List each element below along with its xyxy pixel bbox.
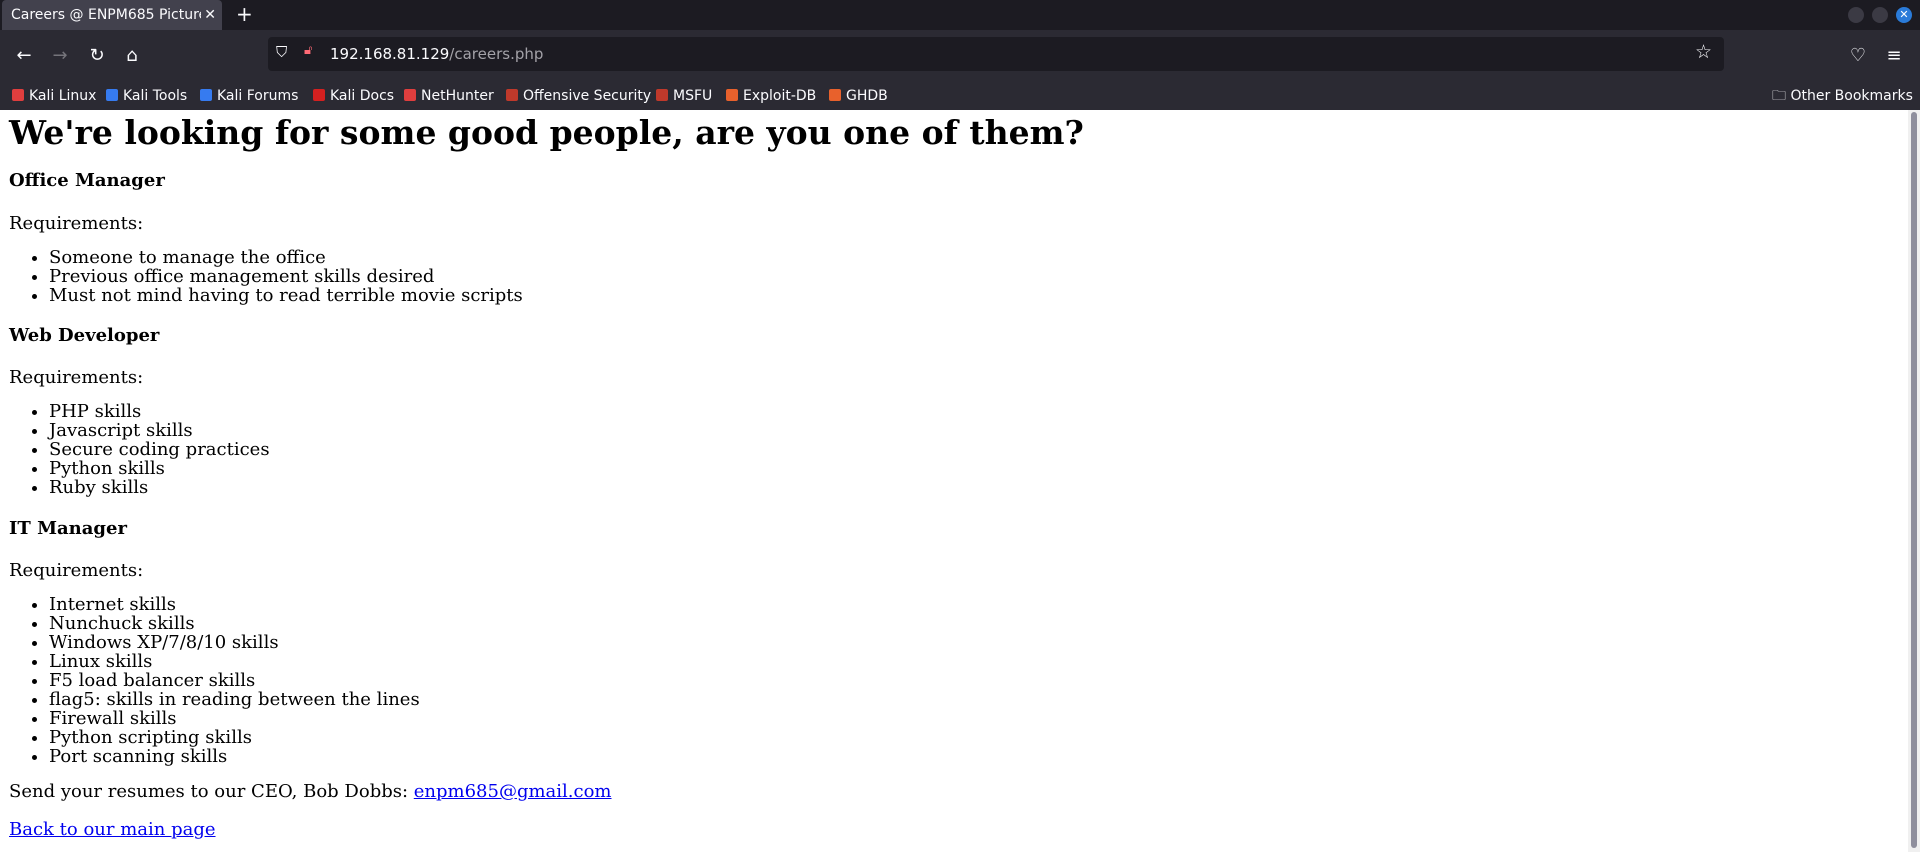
bookmark-label: Exploit-DB [743,88,817,104]
list-item: Nunchuck skills [49,614,420,633]
bookmark-label: Kali Docs [330,88,395,104]
bookmark-label: Kali Tools [123,88,188,104]
bookmark-item[interactable]: Kali Docs [313,82,394,110]
bookmark-star-icon[interactable]: ☆ [1695,41,1712,63]
list-item: Ruby skills [49,478,270,497]
list-item: Someone to manage the office [49,248,523,267]
bookmark-label: GHDB [846,88,888,104]
tab-title: Careers @ ENPM685 Pictures [11,7,201,23]
bookmark-item[interactable]: Kali Linux [12,82,96,110]
list-item: Secure coding practices [49,440,270,459]
list-item: Port scanning skills [49,747,420,766]
forward-button[interactable]: → [47,43,73,69]
page-content: We're looking for some good people, are … [0,110,1908,852]
list-item: Python skills [49,459,270,478]
page-heading: We're looking for some good people, are … [9,113,1084,152]
insecure-lock-icon[interactable]: 🔓︎ [304,43,312,58]
list-item: flag5: skills in reading between the lin… [49,690,420,709]
other-bookmarks[interactable]: 🗀︎ Other Bookmarks [1772,82,1913,110]
bookmark-label: Offensive Security [523,88,652,104]
list-item: Internet skills [49,595,420,614]
tab-careers[interactable]: Careers @ ENPM685 Pictures ✕ [2,0,222,30]
bookmark-favicon-icon [313,89,325,101]
url-text[interactable]: 192.168.81.129/careers.php [330,37,543,71]
list-item: PHP skills [49,402,270,421]
bookmark-label: MSFU [673,88,713,104]
list-item: Previous office management skills desire… [49,267,523,286]
bookmark-item[interactable]: GHDB [829,82,888,110]
bookmark-label: NetHunter [421,88,494,104]
bookmark-favicon-icon [404,89,416,101]
other-bookmarks-label: Other Bookmarks [1790,88,1913,104]
list-item: Windows XP/7/8/10 skills [49,633,420,652]
reload-button[interactable]: ↻ [84,43,110,69]
job-title-it-manager: IT Manager [9,518,127,539]
close-window-button[interactable]: ✕ [1896,7,1912,23]
tab-strip: Careers @ ENPM685 Pictures ✕ + ✕ [0,0,1920,30]
bookmark-item[interactable]: Kali Tools [106,82,187,110]
pocket-icon[interactable]: ♡ [1845,43,1871,69]
resume-text: Send your resumes to our CEO, Bob Dobbs: [9,781,414,802]
back-button[interactable]: ← [11,43,37,69]
bookmark-favicon-icon [506,89,518,101]
bookmark-label: Kali Forums [217,88,299,104]
folder-icon: 🗀︎ [1772,88,1791,104]
tab-close-icon[interactable]: ✕ [204,0,216,30]
email-link[interactable]: enpm685@gmail.com [414,781,612,802]
shield-icon[interactable]: ⛉ [276,43,287,61]
requirements-label: Requirements: [9,560,144,581]
bookmark-favicon-icon [829,89,841,101]
back-to-main-link[interactable]: Back to our main page [9,819,216,840]
bookmark-favicon-icon [656,89,668,101]
url-bar[interactable]: ⛉ 🔓︎ 192.168.81.129/careers.php ☆ [268,37,1724,71]
vertical-scrollbar[interactable] [1908,110,1920,852]
requirements-list-it-manager: Internet skills Nunchuck skills Windows … [9,595,420,766]
menu-icon[interactable]: ≡ [1881,43,1907,69]
bookmark-label: Kali Linux [29,88,97,104]
new-tab-button[interactable]: + [236,0,253,28]
minimize-button[interactable] [1848,7,1864,23]
url-path: /careers.php [449,45,544,63]
url-host: 192.168.81.129 [330,45,450,63]
requirements-list-office-manager: Someone to manage the office Previous of… [9,248,523,305]
bookmark-item[interactable]: NetHunter [404,82,494,110]
bookmark-favicon-icon [200,89,212,101]
list-item: Firewall skills [49,709,420,728]
resume-paragraph: Send your resumes to our CEO, Bob Dobbs:… [9,781,612,802]
scrollbar-thumb[interactable] [1911,112,1917,848]
list-item: F5 load balancer skills [49,671,420,690]
bookmark-favicon-icon [12,89,24,101]
list-item: Python scripting skills [49,728,420,747]
maximize-button[interactable] [1872,7,1888,23]
requirements-label: Requirements: [9,213,144,234]
bookmark-item[interactable]: Kali Forums [200,82,298,110]
requirements-list-web-developer: PHP skills Javascript skills Secure codi… [9,402,270,497]
bookmark-item[interactable]: MSFU [656,82,712,110]
requirements-label: Requirements: [9,367,144,388]
bookmark-favicon-icon [726,89,738,101]
list-item: Linux skills [49,652,420,671]
bookmark-item[interactable]: Exploit-DB [726,82,816,110]
back-link-paragraph: Back to our main page [9,819,216,840]
home-icon[interactable]: ⌂ [119,43,145,69]
navigation-toolbar: ← → ↻ ⌂ ⛉ 🔓︎ 192.168.81.129/careers.php … [0,30,1920,82]
bookmarks-toolbar: 🗀︎ Other Bookmarks Kali Linux Kali Tools K… [0,82,1920,111]
bookmark-item[interactable]: Offensive Security [506,82,651,110]
bookmark-favicon-icon [106,89,118,101]
list-item: Must not mind having to read terrible mo… [49,286,523,305]
job-title-office-manager: Office Manager [9,170,165,191]
job-title-web-developer: Web Developer [9,325,160,346]
list-item: Javascript skills [49,421,270,440]
